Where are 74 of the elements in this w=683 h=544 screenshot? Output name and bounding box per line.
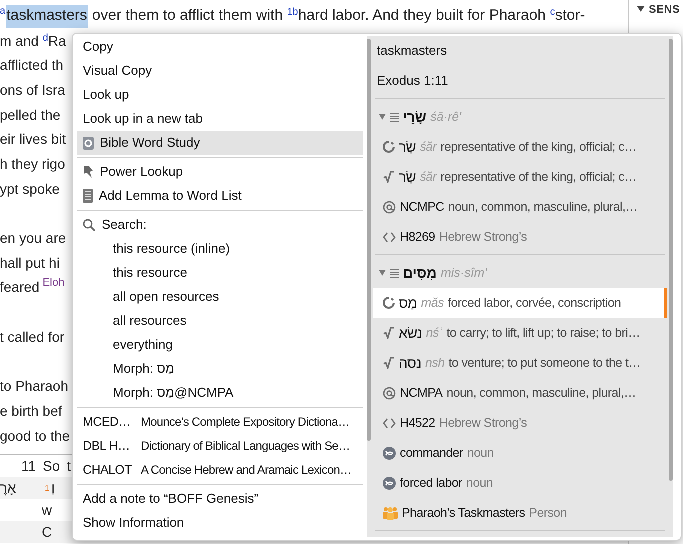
word-row[interactable]: commander noun: [373, 438, 667, 468]
root-icon: [383, 171, 395, 183]
menu-item[interactable]: Copy: [77, 35, 363, 59]
menu-item[interactable]: DBL H… Dictionary of Biblical Languages with Se…: [77, 434, 363, 458]
menu-item[interactable]: everything: [77, 333, 363, 357]
hebrew-word: אָרֶ: [0, 478, 18, 498]
english-word: t: [67, 456, 72, 476]
text-line: over them to afflict them with $^{1b}$hard labor. And they built for Pharaoh $^{c}$stor-: [92, 6, 586, 26]
pin-icon: [83, 165, 94, 179]
people-icon: [383, 506, 398, 520]
text-line: en you are: [0, 229, 66, 248]
menu-item[interactable]: Search:: [77, 213, 363, 237]
text-line: pelled the: [0, 106, 61, 125]
text-line: feared: [0, 278, 40, 298]
panel-title: taskmasters: [377, 42, 448, 60]
root-icon: [383, 357, 395, 369]
menu-item[interactable]: Add a note to “BOFF Genesis”: [77, 487, 363, 511]
list-icon: [83, 189, 93, 203]
word-number: 1: [45, 483, 50, 496]
menu-item[interactable]: Bible Word Study: [77, 131, 363, 155]
menu-item[interactable]: Add Lemma to Word List: [77, 184, 363, 208]
divine-name-note: Eloh: [42, 276, 65, 290]
word-row[interactable]: NCMPA noun, common, masculine, plural,…: [373, 378, 667, 408]
ring-icon: [383, 141, 395, 153]
text-line: t called for: [0, 328, 65, 347]
chevrons-icon: [383, 232, 396, 242]
menu-item[interactable]: this resource: [77, 261, 363, 285]
english-word: So: [43, 456, 60, 476]
search-icon: [83, 218, 96, 232]
menu-item[interactable]: all open resources: [77, 285, 363, 309]
text-line: ons of Isra: [0, 80, 66, 100]
text-line: e birth bef: [0, 402, 62, 421]
menu-item[interactable]: CHALOT A Concise Hebrew and Aramaic Lexicon…: [77, 458, 363, 482]
at-icon: [383, 386, 396, 400]
selected-word: taskmasters: [6, 5, 88, 28]
at-icon: [383, 200, 396, 214]
word-row[interactable]: Pharaoh’s Taskmasters Person: [373, 498, 667, 528]
menu-item[interactable]: Power Lookup: [77, 160, 363, 184]
text-line: h they rigo: [0, 154, 66, 174]
menu-item[interactable]: Morph: מַס: [77, 357, 363, 381]
lines-icon: [390, 268, 399, 278]
text-line: m and $^{d}$Ra: [0, 32, 66, 51]
lines-icon: [390, 112, 399, 122]
menu-item[interactable]: Show Information: [77, 511, 363, 535]
menu-item[interactable]: Look up in a new tab: [77, 107, 363, 131]
panel-heading: SENS: [649, 3, 680, 18]
word-row[interactable]: forced labor noun: [373, 468, 667, 498]
word-row[interactable]: H8269 Hebrew Strong’s: [373, 222, 667, 252]
text-line: eir lives bit: [0, 130, 66, 150]
menu-item[interactable]: this resource (inline): [77, 237, 363, 261]
chevrons-icon: [383, 418, 396, 428]
menu-item[interactable]: all resources: [77, 309, 363, 333]
text-line: afflicted th: [0, 56, 64, 76]
menu-item[interactable]: Visual Copy: [77, 59, 363, 83]
text-line: hall put hi: [0, 254, 60, 273]
word-row[interactable]: NCMPC noun, common, masculine, plural,…: [373, 192, 667, 222]
sense-icon: [383, 476, 396, 490]
hebrew-word: וַ: [51, 478, 56, 498]
text-line: ypt spoke: [0, 180, 60, 199]
book-icon: [83, 136, 94, 150]
text-line: good to the: [0, 426, 70, 446]
menu-item[interactable]: Morph: מַס@NCMPA: [77, 381, 363, 405]
footnote-marker: a: [0, 6, 6, 18]
root-icon: [383, 327, 395, 339]
sense-icon: [383, 446, 396, 460]
morph-code: C: [42, 522, 52, 542]
word-row[interactable]: H4522 Hebrew Strong’s: [373, 408, 667, 438]
menu-item[interactable]: MCED… Mounce’s Complete Expository Dictiona…: [77, 410, 363, 434]
transliteration: w: [42, 500, 52, 520]
ring-icon: [383, 297, 395, 309]
verse-number: 11: [20, 456, 36, 476]
menu-item[interactable]: Look up: [77, 83, 363, 107]
text-line: to Pharaoh: [0, 377, 68, 396]
reference: Exodus 1:11: [377, 72, 448, 90]
